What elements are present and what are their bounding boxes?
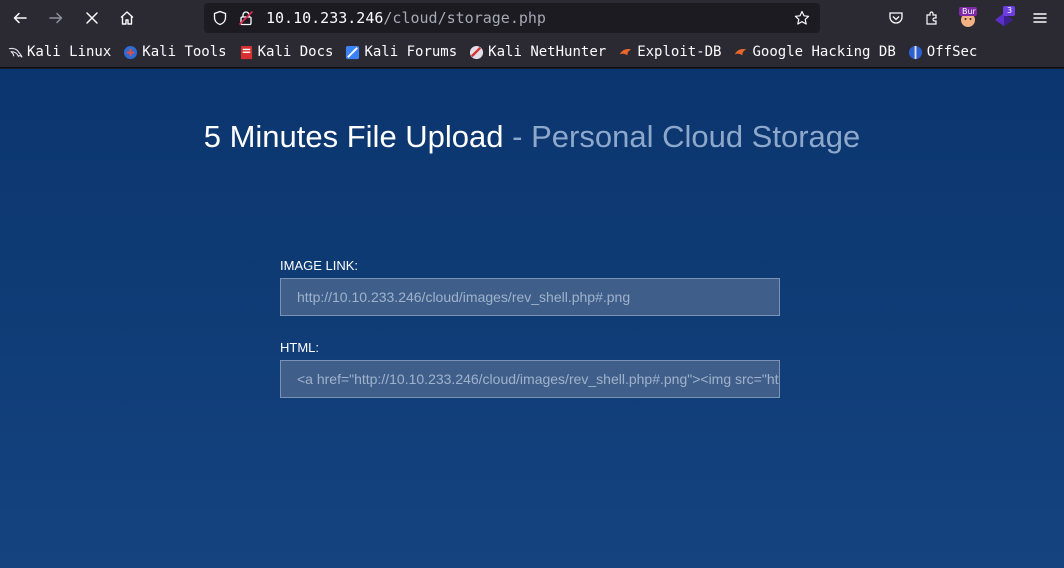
kali-forums-icon (345, 45, 360, 60)
bookmark-kali-nethunter[interactable]: Kali NetHunter (469, 44, 606, 60)
html-label: HTML: (280, 340, 319, 355)
bookmark-kali-tools[interactable]: Kali Tools (123, 44, 227, 60)
stop-loading-button[interactable] (76, 2, 108, 34)
url-path: /cloud/storage.php (383, 9, 546, 27)
hamburger-menu-icon (1033, 13, 1047, 23)
bookmark-label: Kali Forums (364, 44, 458, 60)
extensions-button[interactable] (920, 6, 944, 30)
url-host: 10.10.233.246 (266, 9, 384, 27)
kali-dragon-icon (8, 45, 23, 60)
page-content: 5 Minutes File Upload - Personal Cloud S… (0, 69, 1064, 568)
foxyproxy-icon (995, 6, 1015, 26)
burp-extension-button[interactable]: Bur (956, 6, 980, 30)
pocket-icon (889, 12, 903, 24)
exploit-db-icon (618, 45, 633, 60)
shield-icon[interactable] (212, 10, 228, 26)
menu-button[interactable] (1028, 6, 1052, 30)
home-icon (120, 11, 134, 25)
forward-button[interactable] (40, 2, 72, 34)
foxyproxy-button[interactable]: 3 (992, 6, 1016, 30)
kali-nethunter-icon (469, 45, 484, 60)
kali-tools-icon (123, 45, 138, 60)
bookmark-label: Exploit-DB (637, 44, 722, 60)
burp-badge-text: Bur (962, 7, 976, 16)
home-button[interactable] (111, 2, 143, 34)
pocket-button[interactable] (884, 6, 908, 30)
bookmark-label: Kali Tools (142, 44, 227, 60)
page-title: 5 Minutes File Upload - Personal Cloud S… (0, 119, 1064, 155)
bookmark-kali-forums[interactable]: Kali Forums (345, 44, 457, 60)
bookmark-kali-docs[interactable]: Kali Docs (239, 44, 334, 60)
url-bar[interactable]: 10.10.233.246/cloud/storage.php (204, 3, 820, 33)
browser-toolbar: 10.10.233.246/cloud/storage.php Bur 3 (0, 0, 1064, 37)
kali-docs-icon (239, 45, 254, 60)
back-arrow-icon (13, 12, 27, 24)
image-link-label: IMAGE LINK: (280, 258, 359, 273)
bookmark-google-hacking-db[interactable]: Google Hacking DB (733, 44, 896, 60)
bookmark-label: Kali Linux (27, 44, 112, 60)
puzzle-icon (926, 11, 937, 25)
page-title-main: 5 Minutes File Upload (203, 119, 504, 154)
forward-arrow-icon (49, 12, 63, 24)
bookmark-label: Kali Docs (257, 44, 334, 60)
url-text[interactable]: 10.10.233.246/cloud/storage.php (266, 9, 546, 27)
bookmarks-toolbar: Kali Linux Kali Tools Kali Docs Kali For… (0, 37, 1064, 68)
insecure-lock-icon[interactable] (238, 10, 254, 26)
back-button[interactable] (4, 2, 36, 34)
image-link-field[interactable]: http://10.10.233.246/cloud/images/rev_sh… (280, 278, 780, 316)
bookmark-exploit-db[interactable]: Exploit-DB (618, 44, 721, 60)
html-field[interactable]: <a href="http://10.10.233.246/cloud/imag… (280, 360, 780, 398)
bookmark-label: OffSec (926, 44, 978, 60)
close-icon (86, 12, 98, 24)
bookmark-label: Kali NetHunter (488, 44, 607, 60)
offsec-icon (908, 45, 923, 60)
page-title-subtitle: - Personal Cloud Storage (512, 119, 861, 154)
ghdb-icon (733, 45, 748, 60)
bookmark-star-icon[interactable] (794, 10, 810, 26)
extension-count-badge: 3 (1007, 6, 1013, 15)
bookmark-label: Google Hacking DB (752, 44, 896, 60)
bookmark-kali-linux[interactable]: Kali Linux (8, 44, 111, 60)
bookmark-offsec[interactable]: OffSec (908, 44, 978, 60)
